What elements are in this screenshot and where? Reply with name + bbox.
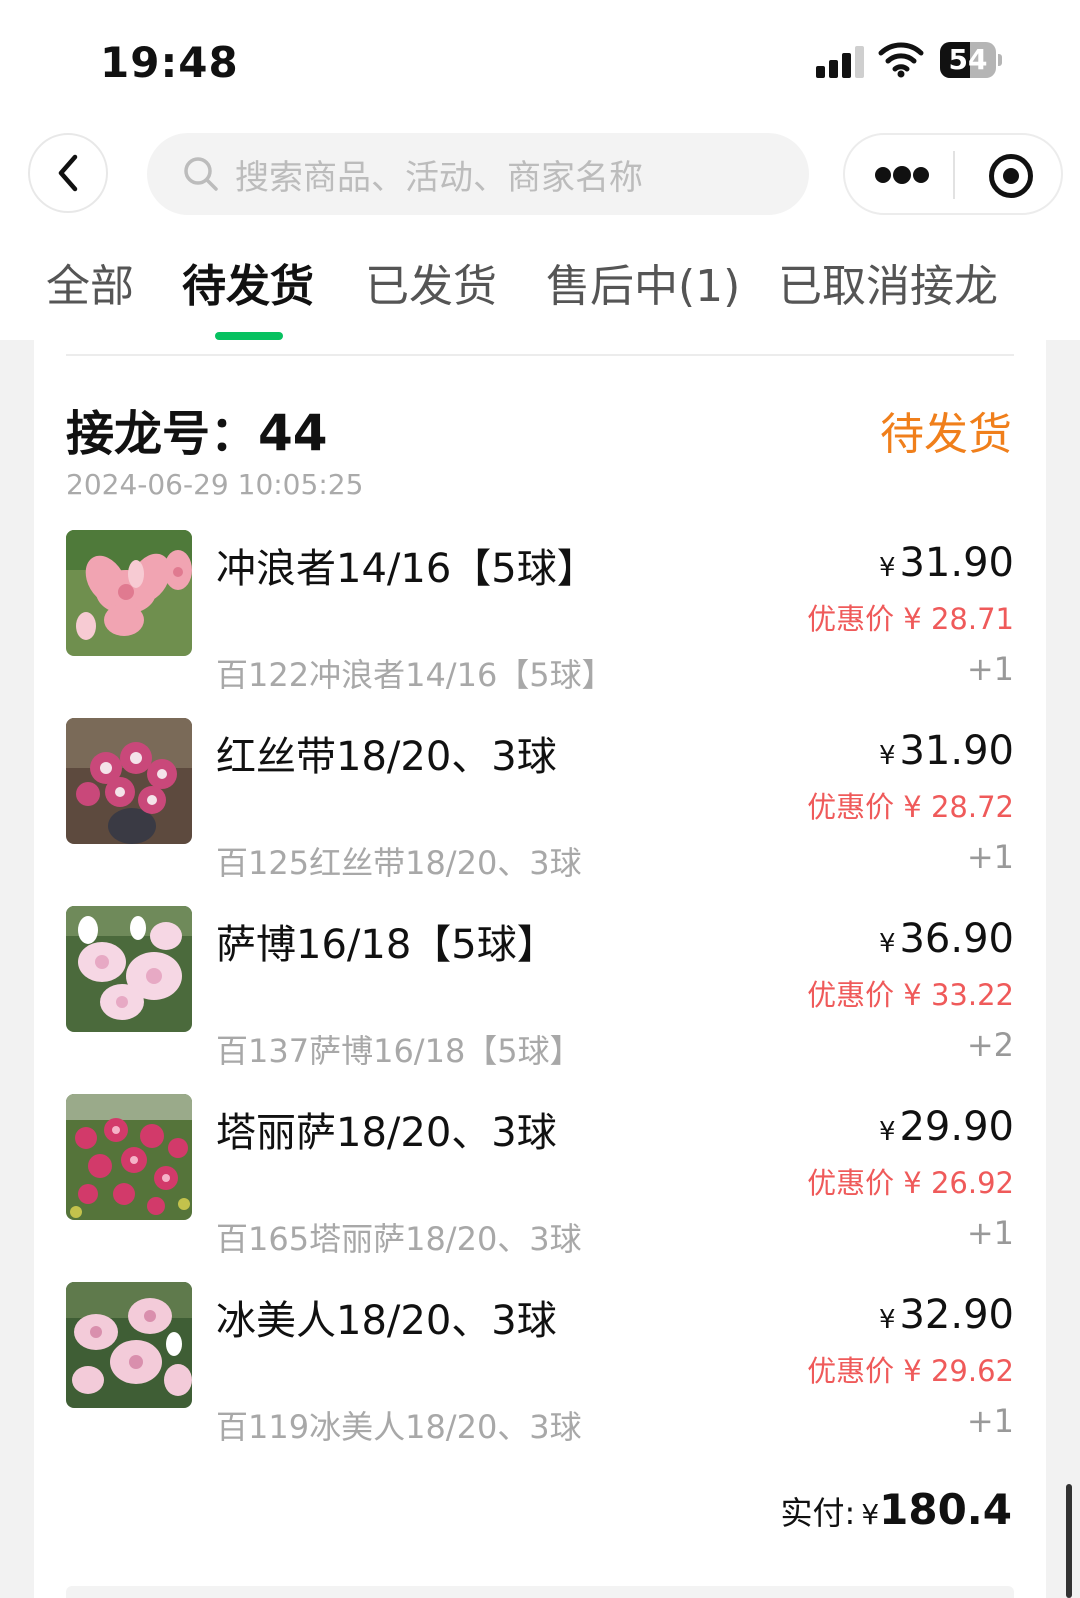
back-arrow-icon bbox=[58, 154, 78, 192]
quantity: +1 bbox=[966, 1402, 1014, 1440]
order-time: 2024-06-29 10:05:25 bbox=[66, 468, 364, 501]
quantity: +2 bbox=[966, 1026, 1014, 1064]
scrollbar[interactable] bbox=[1066, 1484, 1072, 1598]
header-area: 19:48 54 搜索商品、活动、商家名称 全部 待发货 已发货 售后中(1) … bbox=[0, 0, 1080, 340]
product-price: ¥31.90 bbox=[879, 728, 1014, 774]
product-sku: 百125红丝带18/20、3球 bbox=[216, 844, 582, 882]
mini-program-capsule bbox=[843, 133, 1063, 215]
order-card[interactable]: 接龙号：44 待发货 2024-06-29 10:05:25 冲浪者14/16【… bbox=[34, 340, 1046, 1598]
quantity: +1 bbox=[966, 650, 1014, 688]
product-sku: 百137萨博16/18【5球】 bbox=[216, 1032, 582, 1070]
list-item[interactable]: 冲浪者14/16【5球】 百122冲浪者14/16【5球】 ¥31.90 优惠价… bbox=[66, 530, 1014, 700]
price-value: 36.90 bbox=[899, 916, 1014, 962]
price-value: 32.90 bbox=[899, 1292, 1014, 1338]
tab-pending-shipment[interactable]: 待发货 bbox=[182, 250, 314, 314]
wifi-icon bbox=[878, 40, 924, 78]
product-image bbox=[66, 718, 192, 844]
product-price: ¥29.90 bbox=[879, 1104, 1014, 1150]
battery-level: 54 bbox=[948, 43, 988, 76]
product-price: ¥36.90 bbox=[879, 916, 1014, 962]
total-currency: ¥ bbox=[861, 1498, 880, 1531]
product-image bbox=[66, 1282, 192, 1408]
order-status: 待发货 bbox=[880, 409, 1012, 460]
price-value: 31.90 bbox=[899, 540, 1014, 586]
search-placeholder: 搜索商品、活动、商家名称 bbox=[235, 157, 643, 198]
order-label-text: 接龙号： bbox=[66, 406, 259, 462]
product-name: 冰美人18/20、3球 bbox=[216, 1298, 557, 1344]
discount-price: 优惠价 ¥ 28.71 bbox=[807, 602, 1014, 636]
order-number: 44 bbox=[258, 404, 328, 462]
divider bbox=[66, 354, 1014, 356]
currency-symbol: ¥ bbox=[878, 1305, 896, 1335]
currency-symbol: ¥ bbox=[878, 741, 896, 771]
discount-price: 优惠价 ¥ 26.92 bbox=[807, 1166, 1014, 1200]
product-name: 红丝带18/20、3球 bbox=[216, 734, 557, 780]
next-card-edge bbox=[66, 1586, 1014, 1598]
order-tabs: 全部 待发货 已发货 售后中(1) 已取消接龙 bbox=[0, 250, 1080, 340]
list-item[interactable]: 冰美人18/20、3球 百119冰美人18/20、3球 ¥32.90 优惠价 ¥… bbox=[66, 1282, 1014, 1452]
currency-symbol: ¥ bbox=[878, 1117, 896, 1147]
cellular-signal-icon bbox=[816, 44, 866, 78]
product-name: 塔丽萨18/20、3球 bbox=[216, 1110, 557, 1156]
total-value: 180.4 bbox=[879, 1485, 1012, 1534]
product-image bbox=[66, 1094, 192, 1220]
list-item[interactable]: 萨博16/18【5球】 百137萨博16/18【5球】 ¥36.90 优惠价 ¥… bbox=[66, 906, 1014, 1076]
status-time: 19:48 bbox=[100, 38, 239, 87]
product-sku: 百122冲浪者14/16【5球】 bbox=[216, 656, 614, 694]
product-name: 萨博16/18【5球】 bbox=[216, 922, 557, 968]
search-input[interactable]: 搜索商品、活动、商家名称 bbox=[147, 133, 809, 215]
search-icon bbox=[184, 157, 218, 191]
battery-icon: 54 bbox=[940, 42, 1002, 78]
quantity: +1 bbox=[966, 838, 1014, 876]
quantity: +1 bbox=[966, 1214, 1014, 1252]
product-sku: 百119冰美人18/20、3球 bbox=[216, 1408, 582, 1446]
more-icon[interactable] bbox=[875, 165, 929, 185]
order-number-label: 接龙号：44 bbox=[66, 394, 328, 464]
list-item[interactable]: 红丝带18/20、3球 百125红丝带18/20、3球 ¥31.90 优惠价 ¥… bbox=[66, 718, 1014, 888]
price-value: 29.90 bbox=[899, 1104, 1014, 1150]
tab-all[interactable]: 全部 bbox=[46, 250, 134, 314]
product-name: 冲浪者14/16【5球】 bbox=[216, 546, 597, 592]
back-button[interactable] bbox=[28, 133, 108, 213]
total-label: 实付: bbox=[780, 1494, 856, 1532]
tab-after-sales[interactable]: 售后中(1) bbox=[546, 250, 740, 314]
product-price: ¥31.90 bbox=[879, 540, 1014, 586]
list-item[interactable]: 塔丽萨18/20、3球 百165塔丽萨18/20、3球 ¥29.90 优惠价 ¥… bbox=[66, 1094, 1014, 1264]
product-price: ¥32.90 bbox=[879, 1292, 1014, 1338]
tab-cancelled[interactable]: 已取消接龙 bbox=[778, 250, 998, 314]
currency-symbol: ¥ bbox=[878, 553, 896, 583]
target-icon[interactable] bbox=[989, 154, 1033, 198]
price-value: 31.90 bbox=[899, 728, 1014, 774]
active-tab-indicator bbox=[215, 332, 283, 340]
discount-price: 优惠价 ¥ 33.22 bbox=[807, 978, 1014, 1012]
currency-symbol: ¥ bbox=[878, 929, 896, 959]
status-bar: 19:48 54 bbox=[0, 0, 1080, 120]
product-image bbox=[66, 530, 192, 656]
total-paid: 实付: ¥180.4 bbox=[781, 1485, 1012, 1534]
discount-price: 优惠价 ¥ 29.62 bbox=[807, 1354, 1014, 1388]
product-image bbox=[66, 906, 192, 1032]
discount-price: 优惠价 ¥ 28.72 bbox=[807, 790, 1014, 824]
product-sku: 百165塔丽萨18/20、3球 bbox=[216, 1220, 582, 1258]
tab-shipped[interactable]: 已发货 bbox=[365, 250, 497, 314]
